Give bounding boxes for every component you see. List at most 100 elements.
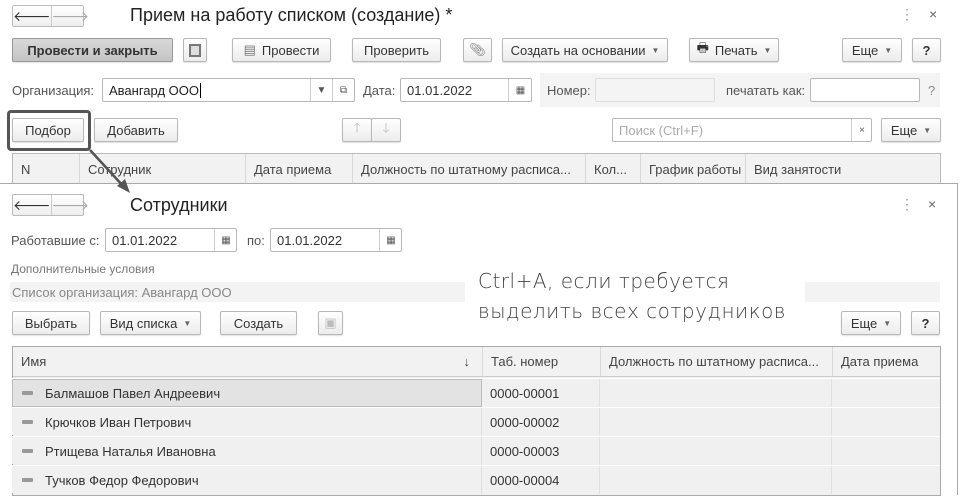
caret-down-icon: ▼ — [884, 45, 893, 55]
picker-more-button[interactable]: Еще ▼ — [841, 311, 901, 335]
print-as-label: печатать как: — [726, 83, 806, 98]
search-input[interactable]: Поиск (Ctrl+F) × — [612, 118, 872, 142]
tab-number-cell: 0000-00002 — [482, 408, 600, 436]
list-view-button[interactable]: Вид списка ▼ — [100, 311, 201, 335]
worked-to-value: 01.01.2022 — [277, 232, 343, 248]
main-table-header: N Сотрудник Дата приема Должность по шта… — [12, 153, 941, 184]
org-field[interactable]: Авангард ООО ▼ ⧉ — [102, 78, 355, 102]
print-button[interactable]: 🖶 Печать ▼ — [689, 38, 779, 62]
print-as-field[interactable] — [810, 78, 920, 102]
table-row[interactable]: Тучков Федор Федорович 0000-00004 — [12, 465, 940, 494]
close-icon[interactable]: × — [928, 196, 936, 212]
table-row[interactable]: Крючков Иван Петрович 0000-00002 — [12, 407, 940, 436]
caret-down-icon: ▼ — [183, 318, 192, 328]
picker-help-button[interactable]: ? — [911, 311, 940, 335]
save-icon — [189, 43, 201, 57]
caret-down-icon: ▼ — [923, 125, 932, 135]
tab-number-cell: 0000-00001 — [482, 379, 600, 407]
worked-from-field[interactable]: 01.01.2022 ▦ — [105, 228, 237, 252]
col-tab-number[interactable]: Таб. номер — [483, 347, 601, 377]
copy-button[interactable]: ▣ — [318, 311, 343, 335]
col-position[interactable]: Должность по штатному расписа... — [353, 154, 586, 184]
post-and-close-button[interactable]: Провести и закрыть — [12, 38, 173, 62]
table-row[interactable]: Балмашов Павел Андреевич 0000-00001 — [12, 378, 940, 407]
check-button[interactable]: Проверить — [352, 38, 441, 62]
create-based-label: Создать на основании — [510, 42, 646, 58]
close-icon[interactable]: × — [929, 6, 937, 22]
col-employment-type[interactable]: Вид занятости — [746, 154, 940, 184]
date-label: Дата: — [363, 83, 396, 98]
col-hire-date[interactable]: Дата приема — [833, 347, 940, 377]
window-title: Прием на работу списком (создание) * — [130, 5, 453, 25]
hint-icon[interactable]: ? — [928, 83, 935, 98]
picker-title: Сотрудники — [130, 195, 228, 215]
forward-icon[interactable]: 🡒 — [50, 6, 89, 26]
worked-to-field[interactable]: 01.01.2022 ▦ — [270, 228, 402, 252]
col-n[interactable]: N — [13, 154, 80, 184]
create-based-on-button[interactable]: Создать на основании ▼ — [502, 38, 668, 62]
date-value: 01.01.2022 — [407, 82, 473, 98]
forward-icon[interactable]: 🡒 — [50, 195, 89, 215]
table-row[interactable]: Ртищева Наталья Ивановна 0000-00003 — [12, 436, 940, 465]
more-actions-icon[interactable]: ⋮ — [900, 6, 914, 23]
nav-buttons: 🡐 🡒 — [12, 5, 89, 27]
extra-conditions-label: Дополнительные условия — [11, 262, 155, 276]
col-hire-date[interactable]: Дата приема — [246, 154, 353, 184]
name-cell[interactable]: Ртищева Наталья Ивановна — [12, 437, 482, 465]
choose-button[interactable]: Выбрать — [12, 311, 90, 335]
col-position[interactable]: Должность по штатному расписа... — [601, 347, 833, 377]
more-button[interactable]: Еще ▼ — [842, 38, 902, 62]
move-down-button[interactable]: 🡓 — [371, 118, 401, 142]
attach-button[interactable]: 📎︎ — [463, 38, 492, 62]
calendar-icon[interactable]: ▦ — [214, 229, 237, 251]
printer-icon: 🖶 — [696, 40, 709, 55]
calendar-icon[interactable]: ▦ — [508, 79, 532, 101]
annotation-line1: Ctrl+A, если требуется — [478, 269, 730, 293]
employee-name: Крючков Иван Петрович — [45, 414, 192, 430]
number-field[interactable] — [595, 78, 715, 102]
back-icon[interactable]: 🡐 — [13, 195, 51, 215]
hire-date-cell — [832, 379, 940, 407]
post-button[interactable]: ▤ Провести — [232, 38, 331, 62]
post-label: Провести — [261, 42, 320, 58]
position-cell — [600, 437, 832, 465]
name-cell[interactable]: Тучков Федор Федорович — [12, 466, 482, 494]
col-schedule[interactable]: График работы — [641, 154, 746, 184]
worked-from-label: Работавшие с: — [11, 233, 100, 248]
copy-icon: ▣ — [324, 315, 337, 330]
open-icon[interactable]: ⧉ — [332, 79, 354, 101]
col-name[interactable]: Имя ↓ — [13, 347, 483, 377]
employee-icon — [22, 420, 33, 424]
help-button[interactable]: ? — [912, 38, 941, 62]
post-icon: ▤ — [243, 42, 256, 57]
more-actions-icon[interactable]: ⋮ — [900, 196, 914, 213]
dropdown-icon[interactable]: ▼ — [310, 79, 332, 101]
save-button[interactable] — [183, 38, 207, 62]
caret-down-icon: ▼ — [883, 318, 892, 328]
pointer-arrow — [89, 149, 130, 193]
employee-name: Тучков Федор Федорович — [45, 472, 199, 488]
hire-date-cell — [832, 466, 940, 494]
org-filter[interactable]: Список организация: Авангард ООО — [12, 285, 232, 300]
print-label: Печать — [714, 42, 758, 58]
back-icon[interactable]: 🡐 — [13, 6, 51, 26]
create-button[interactable]: Создать — [220, 311, 297, 335]
col-count[interactable]: Кол... — [586, 154, 641, 184]
annotation-line2: выделить всех сотрудников — [478, 299, 787, 323]
caret-down-icon: ▼ — [763, 45, 772, 55]
position-cell — [600, 408, 832, 436]
calendar-icon[interactable]: ▦ — [379, 229, 402, 251]
select-button[interactable]: Подбор — [12, 118, 84, 142]
arrow-up-icon: 🡑 — [353, 120, 361, 135]
add-button[interactable]: Добавить — [94, 118, 178, 142]
employee-name: Ртищева Наталья Ивановна — [45, 443, 216, 459]
name-cell[interactable]: Балмашов Павел Андреевич — [12, 379, 482, 407]
more-button-2[interactable]: Еще ▼ — [881, 118, 941, 142]
clear-icon[interactable]: × — [851, 119, 872, 141]
org-label: Организация: — [12, 83, 95, 98]
move-up-button[interactable]: 🡑 — [342, 118, 372, 142]
more-label: Еще — [890, 122, 918, 138]
worked-from-value: 01.01.2022 — [112, 232, 178, 248]
date-field[interactable]: 01.01.2022 ▦ — [400, 78, 532, 102]
name-cell[interactable]: Крючков Иван Петрович — [12, 408, 482, 436]
